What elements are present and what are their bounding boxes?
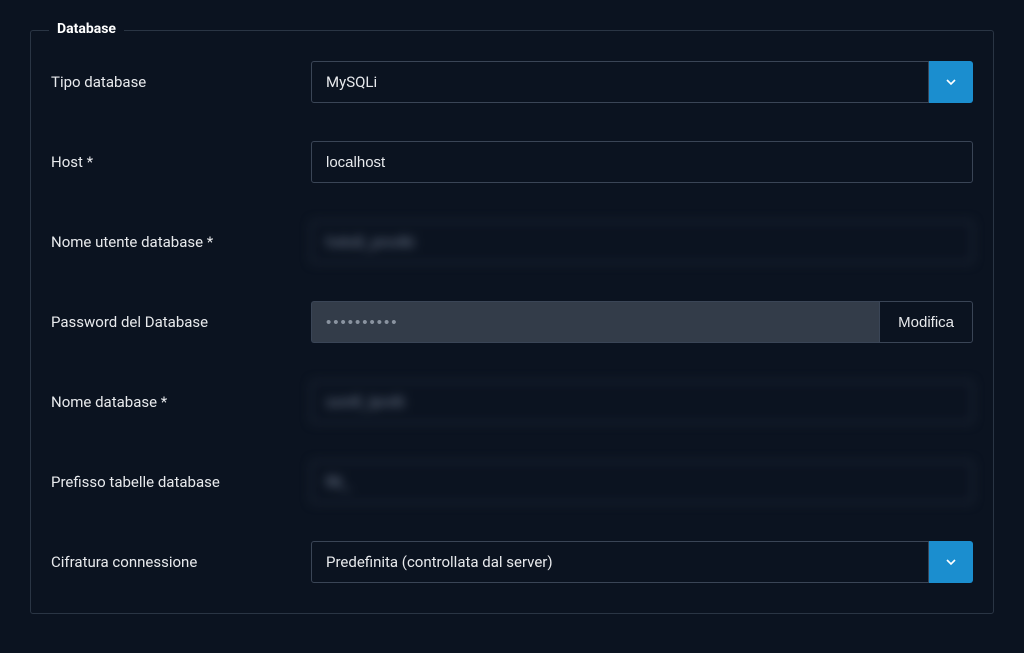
encryption-row: Cifratura connessione Predefinita (contr… <box>51 541 973 583</box>
dbname-row: Nome database * <box>51 381 973 423</box>
username-row: Nome utente database * <box>51 221 973 263</box>
password-label: Password del Database <box>51 313 311 331</box>
chevron-down-icon[interactable] <box>929 61 973 103</box>
username-input[interactable] <box>311 221 973 263</box>
password-input <box>311 301 879 343</box>
encryption-label: Cifratura connessione <box>51 553 311 571</box>
db-type-value[interactable]: MySQLi <box>311 61 929 103</box>
section-title: Database <box>49 21 124 37</box>
username-label: Nome utente database * <box>51 233 311 251</box>
db-type-row: Tipo database MySQLi <box>51 61 973 103</box>
host-input[interactable] <box>311 141 973 183</box>
prefix-row: Prefisso tabelle database <box>51 461 973 503</box>
prefix-label: Prefisso tabelle database <box>51 473 311 491</box>
chevron-down-icon[interactable] <box>929 541 973 583</box>
host-label: Host * <box>51 153 311 171</box>
database-fieldset: Database Tipo database MySQLi Host * Nom… <box>30 30 994 614</box>
db-type-label: Tipo database <box>51 73 311 91</box>
password-row: Password del Database Modifica <box>51 301 973 343</box>
db-type-select[interactable]: MySQLi <box>311 61 973 103</box>
dbname-label: Nome database * <box>51 393 311 411</box>
dbname-input[interactable] <box>311 381 973 423</box>
host-row: Host * <box>51 141 973 183</box>
encryption-value[interactable]: Predefinita (controllata dal server) <box>311 541 929 583</box>
modify-password-button[interactable]: Modifica <box>879 301 973 343</box>
encryption-select[interactable]: Predefinita (controllata dal server) <box>311 541 973 583</box>
prefix-input[interactable] <box>311 461 973 503</box>
